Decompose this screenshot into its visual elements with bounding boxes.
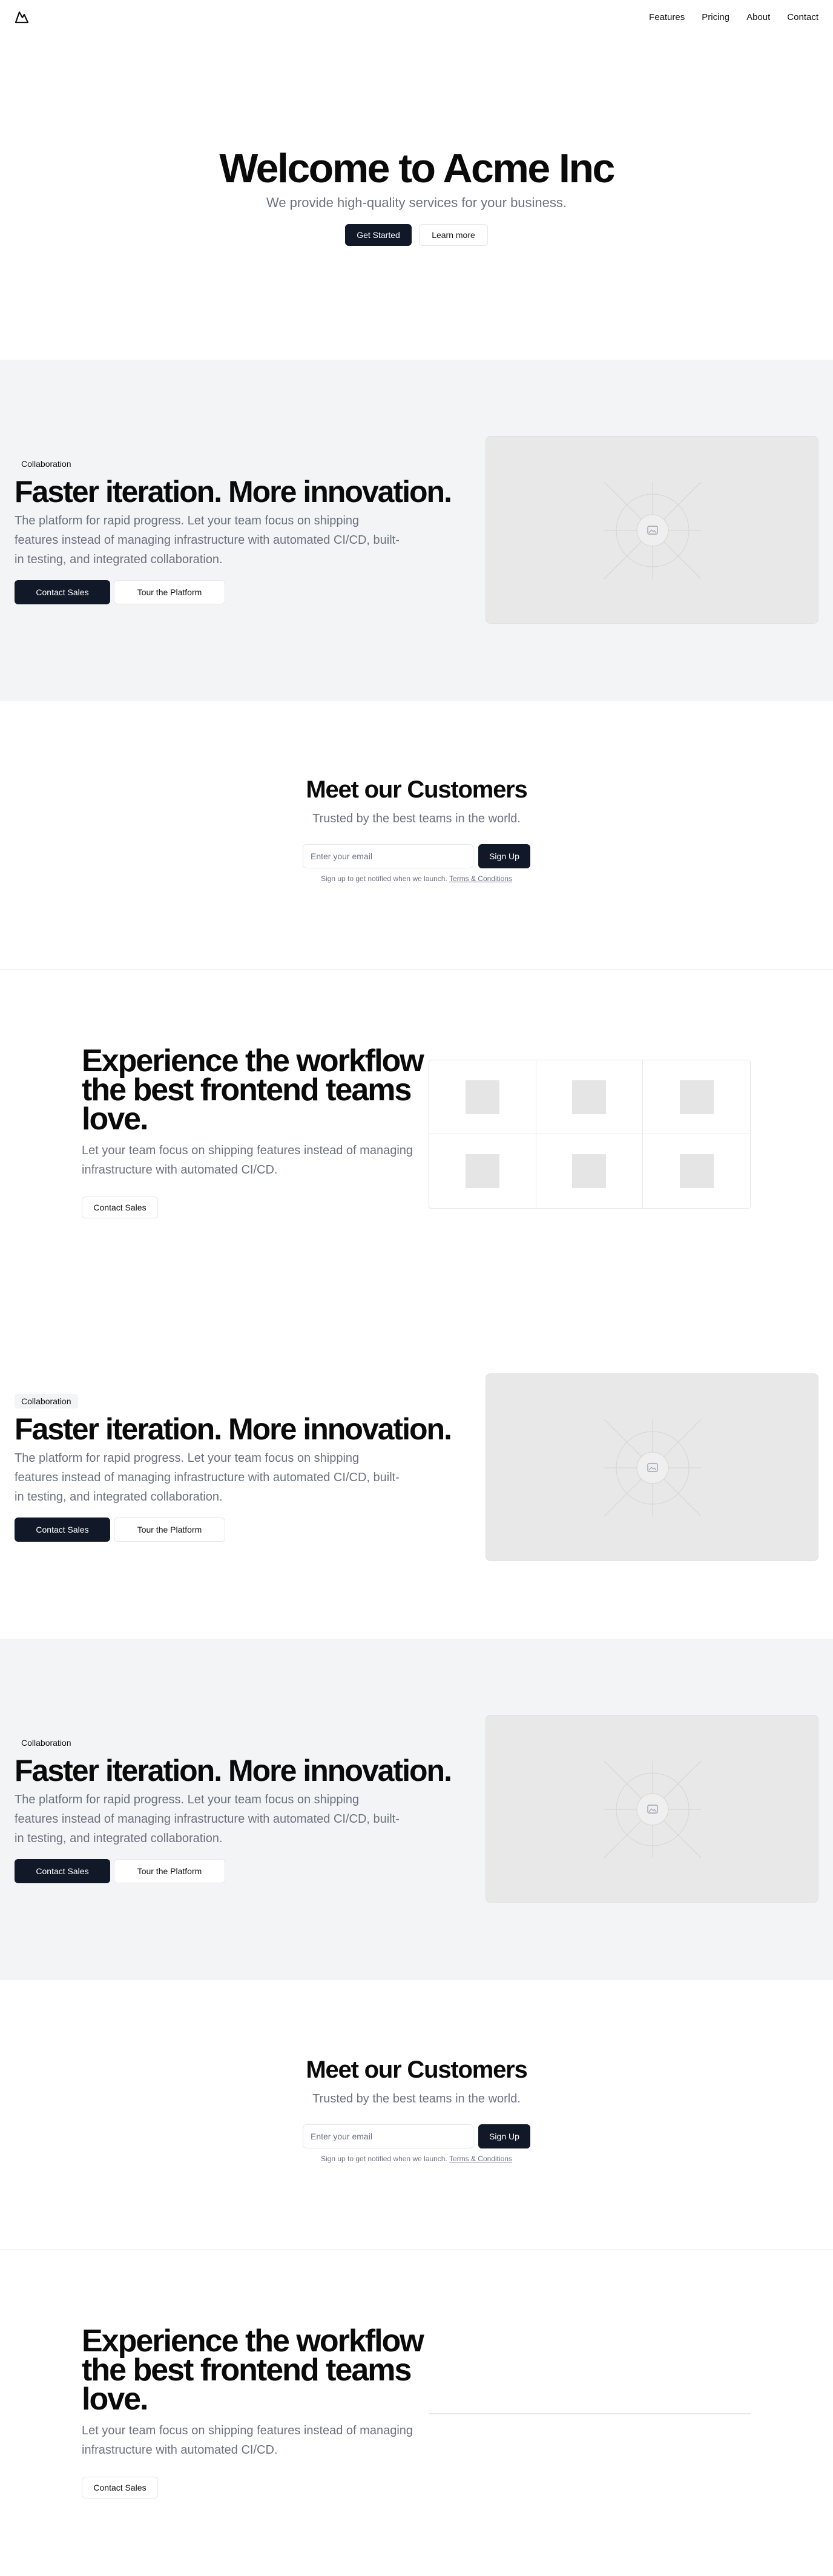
tour-platform-button[interactable]: Tour the Platform [114, 580, 225, 604]
workflow-description: Let your team focus on shipping features… [82, 1144, 413, 1177]
customers-section-2: Meet our Customers Trusted by the best t… [0, 2056, 833, 2163]
image-placeholder [486, 1373, 818, 1561]
logo-placeholder [465, 1080, 499, 1114]
image-icon [604, 1760, 702, 1858]
contact-sales-button[interactable]: Contact Sales [15, 580, 110, 604]
logo-cell [643, 1134, 750, 1208]
hero-subtitle: We provide high-quality services for you… [266, 195, 567, 210]
feature-description: The platform for rapid progress. Let you… [15, 1793, 400, 1845]
feature-badge: Collaboration [15, 1394, 78, 1409]
nav-features-link[interactable]: Features [649, 12, 685, 22]
feature-section-2: Collaboration Faster iteration. More inn… [0, 1297, 833, 1639]
hero-section: Welcome to Acme Inc We provide high-qual… [0, 34, 833, 360]
hero-buttons: Get Started Learn more [345, 224, 488, 246]
signup-form: Enter your email Sign Up [0, 844, 833, 868]
terms-link[interactable]: Terms & Conditions [449, 874, 512, 883]
workflow-title-line: love. [82, 1101, 148, 1137]
logo-placeholder [679, 1080, 714, 1114]
signup-fine-print: Sign up to get notified when we launch. … [0, 874, 833, 883]
email-input[interactable]: Enter your email [303, 2124, 473, 2148]
feature-description: The platform for rapid progress. Let you… [15, 1451, 400, 1504]
workflow-title-line: love. [82, 2382, 148, 2417]
feature-section-1: Collaboration Faster iteration. More inn… [0, 360, 833, 701]
feature-title: Faster iteration. More innovation. [15, 1412, 452, 1446]
tour-platform-button[interactable]: Tour the Platform [114, 1518, 225, 1542]
logo-grid [429, 1060, 751, 1209]
logo-cell [429, 1060, 536, 1134]
nav-contact-link[interactable]: Contact [787, 12, 818, 22]
customers-subtitle: Trusted by the best teams in the world. [312, 2092, 521, 2105]
contact-sales-button[interactable]: Contact Sales [15, 1518, 110, 1542]
hero-title: Welcome to Acme Inc [219, 145, 615, 191]
get-started-button[interactable]: Get Started [345, 224, 412, 246]
feature-section-3: Collaboration Faster iteration. More inn… [0, 1639, 833, 1980]
feature-badge: Collaboration [15, 1735, 78, 1750]
signup-form: Enter your email Sign Up [0, 2124, 833, 2148]
logo-cell [536, 1134, 644, 1208]
logo-placeholder [572, 1080, 607, 1114]
feature-title: Faster iteration. More innovation. [15, 475, 452, 509]
customers-title: Meet our Customers [306, 776, 527, 803]
workflow-section-1: Experience the workflow the best fronten… [0, 970, 833, 1297]
workflow-title: Experience the workflow the best fronten… [82, 2325, 424, 2417]
feature-badge: Collaboration [15, 457, 78, 471]
contact-sales-button[interactable]: Contact Sales [82, 1197, 158, 1218]
nav-pricing-link[interactable]: Pricing [702, 12, 729, 22]
logo-placeholder [465, 1154, 499, 1188]
sign-up-button[interactable]: Sign Up [478, 844, 530, 868]
logo-cell [536, 1060, 644, 1134]
image-icon [604, 481, 702, 580]
email-input[interactable]: Enter your email [303, 844, 473, 868]
image-placeholder [486, 1715, 818, 1903]
logo-cell [429, 1134, 536, 1208]
customers-title: Meet our Customers [306, 2056, 527, 2083]
logo-placeholder [679, 1154, 714, 1188]
terms-link[interactable]: Terms & Conditions [449, 2155, 512, 2163]
image-icon [604, 1419, 702, 1517]
fine-print-text: Sign up to get notified when we launch. [321, 2155, 447, 2163]
workflow-description: Let your team focus on shipping features… [82, 2424, 413, 2457]
customers-subtitle: Trusted by the best teams in the world. [312, 812, 521, 825]
logo-cell [643, 1060, 750, 1134]
main-nav: Features Pricing About Contact [649, 12, 818, 22]
feature-title: Faster iteration. More innovation. [15, 1754, 452, 1788]
mountain-logo-icon[interactable] [15, 10, 29, 24]
signup-fine-print: Sign up to get notified when we launch. … [0, 2155, 833, 2163]
site-header: Features Pricing About Contact [0, 0, 833, 34]
image-placeholder [486, 436, 818, 624]
tour-platform-button[interactable]: Tour the Platform [114, 1859, 225, 1883]
logo-placeholder [572, 1154, 607, 1188]
workflow-title: Experience the workflow the best fronten… [82, 1045, 424, 1137]
customers-section-1: Meet our Customers Trusted by the best t… [0, 776, 833, 883]
feature-description: The platform for rapid progress. Let you… [15, 514, 400, 566]
fine-print-text: Sign up to get notified when we launch. [321, 874, 447, 883]
contact-sales-button[interactable]: Contact Sales [82, 2477, 158, 2498]
learn-more-button[interactable]: Learn more [419, 224, 488, 246]
contact-sales-button[interactable]: Contact Sales [15, 1859, 110, 1883]
nav-about-link[interactable]: About [746, 12, 770, 22]
sign-up-button[interactable]: Sign Up [478, 2124, 530, 2148]
workflow-section-2: Experience the workflow the best fronten… [0, 2250, 833, 2576]
collapsed-logo-grid [429, 2413, 751, 2414]
